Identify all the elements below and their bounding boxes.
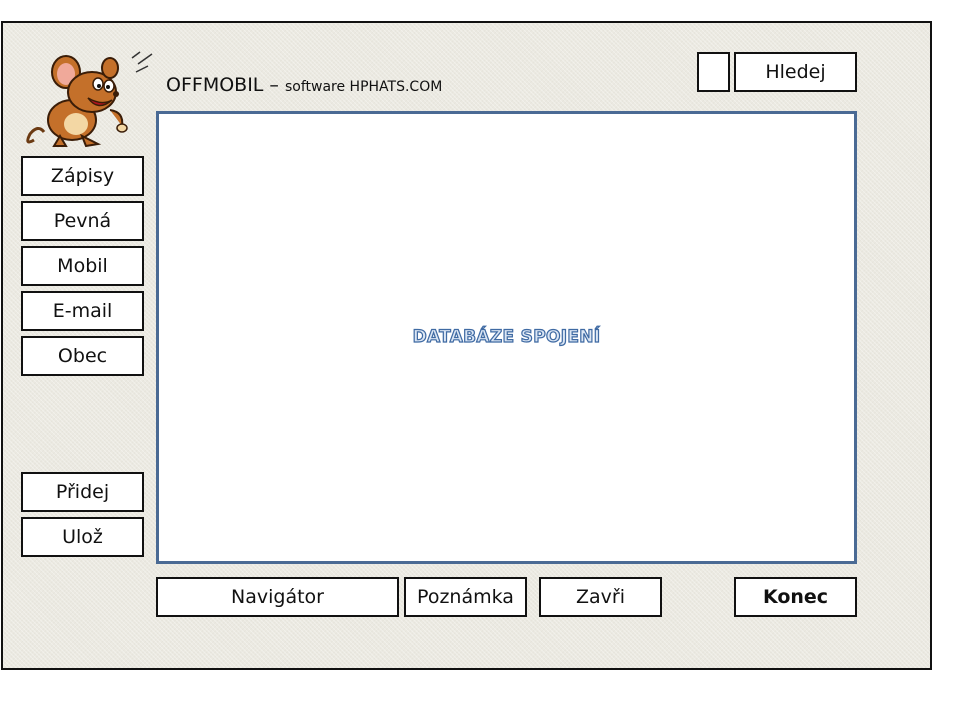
mouse-mascot-icon [26, 51, 153, 148]
end-button[interactable]: Konec [734, 577, 857, 617]
database-title: DATABÁZE SPOJENÍ [412, 326, 601, 347]
navigator-button[interactable]: Navigátor [156, 577, 399, 617]
sidebar-item-pevna[interactable]: Pevná [21, 201, 144, 241]
app-title: OFFMOBIL – software HPHATS.COM [166, 74, 442, 96]
app-title-subtitle: software HPHATS.COM [284, 79, 443, 95]
note-button[interactable]: Poznámka [404, 577, 527, 617]
main-panel: DATABÁZE SPOJENÍ [156, 111, 857, 564]
app-title-main: OFFMOBIL – [166, 74, 285, 96]
save-button[interactable]: Ulož [21, 517, 144, 557]
close-button[interactable]: Zavři [539, 577, 662, 617]
sidebar-item-mobil[interactable]: Mobil [21, 246, 144, 286]
sidebar-item-obec[interactable]: Obec [21, 336, 144, 376]
search-box[interactable] [697, 52, 730, 92]
sidebar-item-zapisy[interactable]: Zápisy [21, 156, 144, 196]
search-button[interactable]: Hledej [734, 52, 857, 92]
add-button[interactable]: Přidej [21, 472, 144, 512]
sidebar-item-email[interactable]: E-mail [21, 291, 144, 331]
